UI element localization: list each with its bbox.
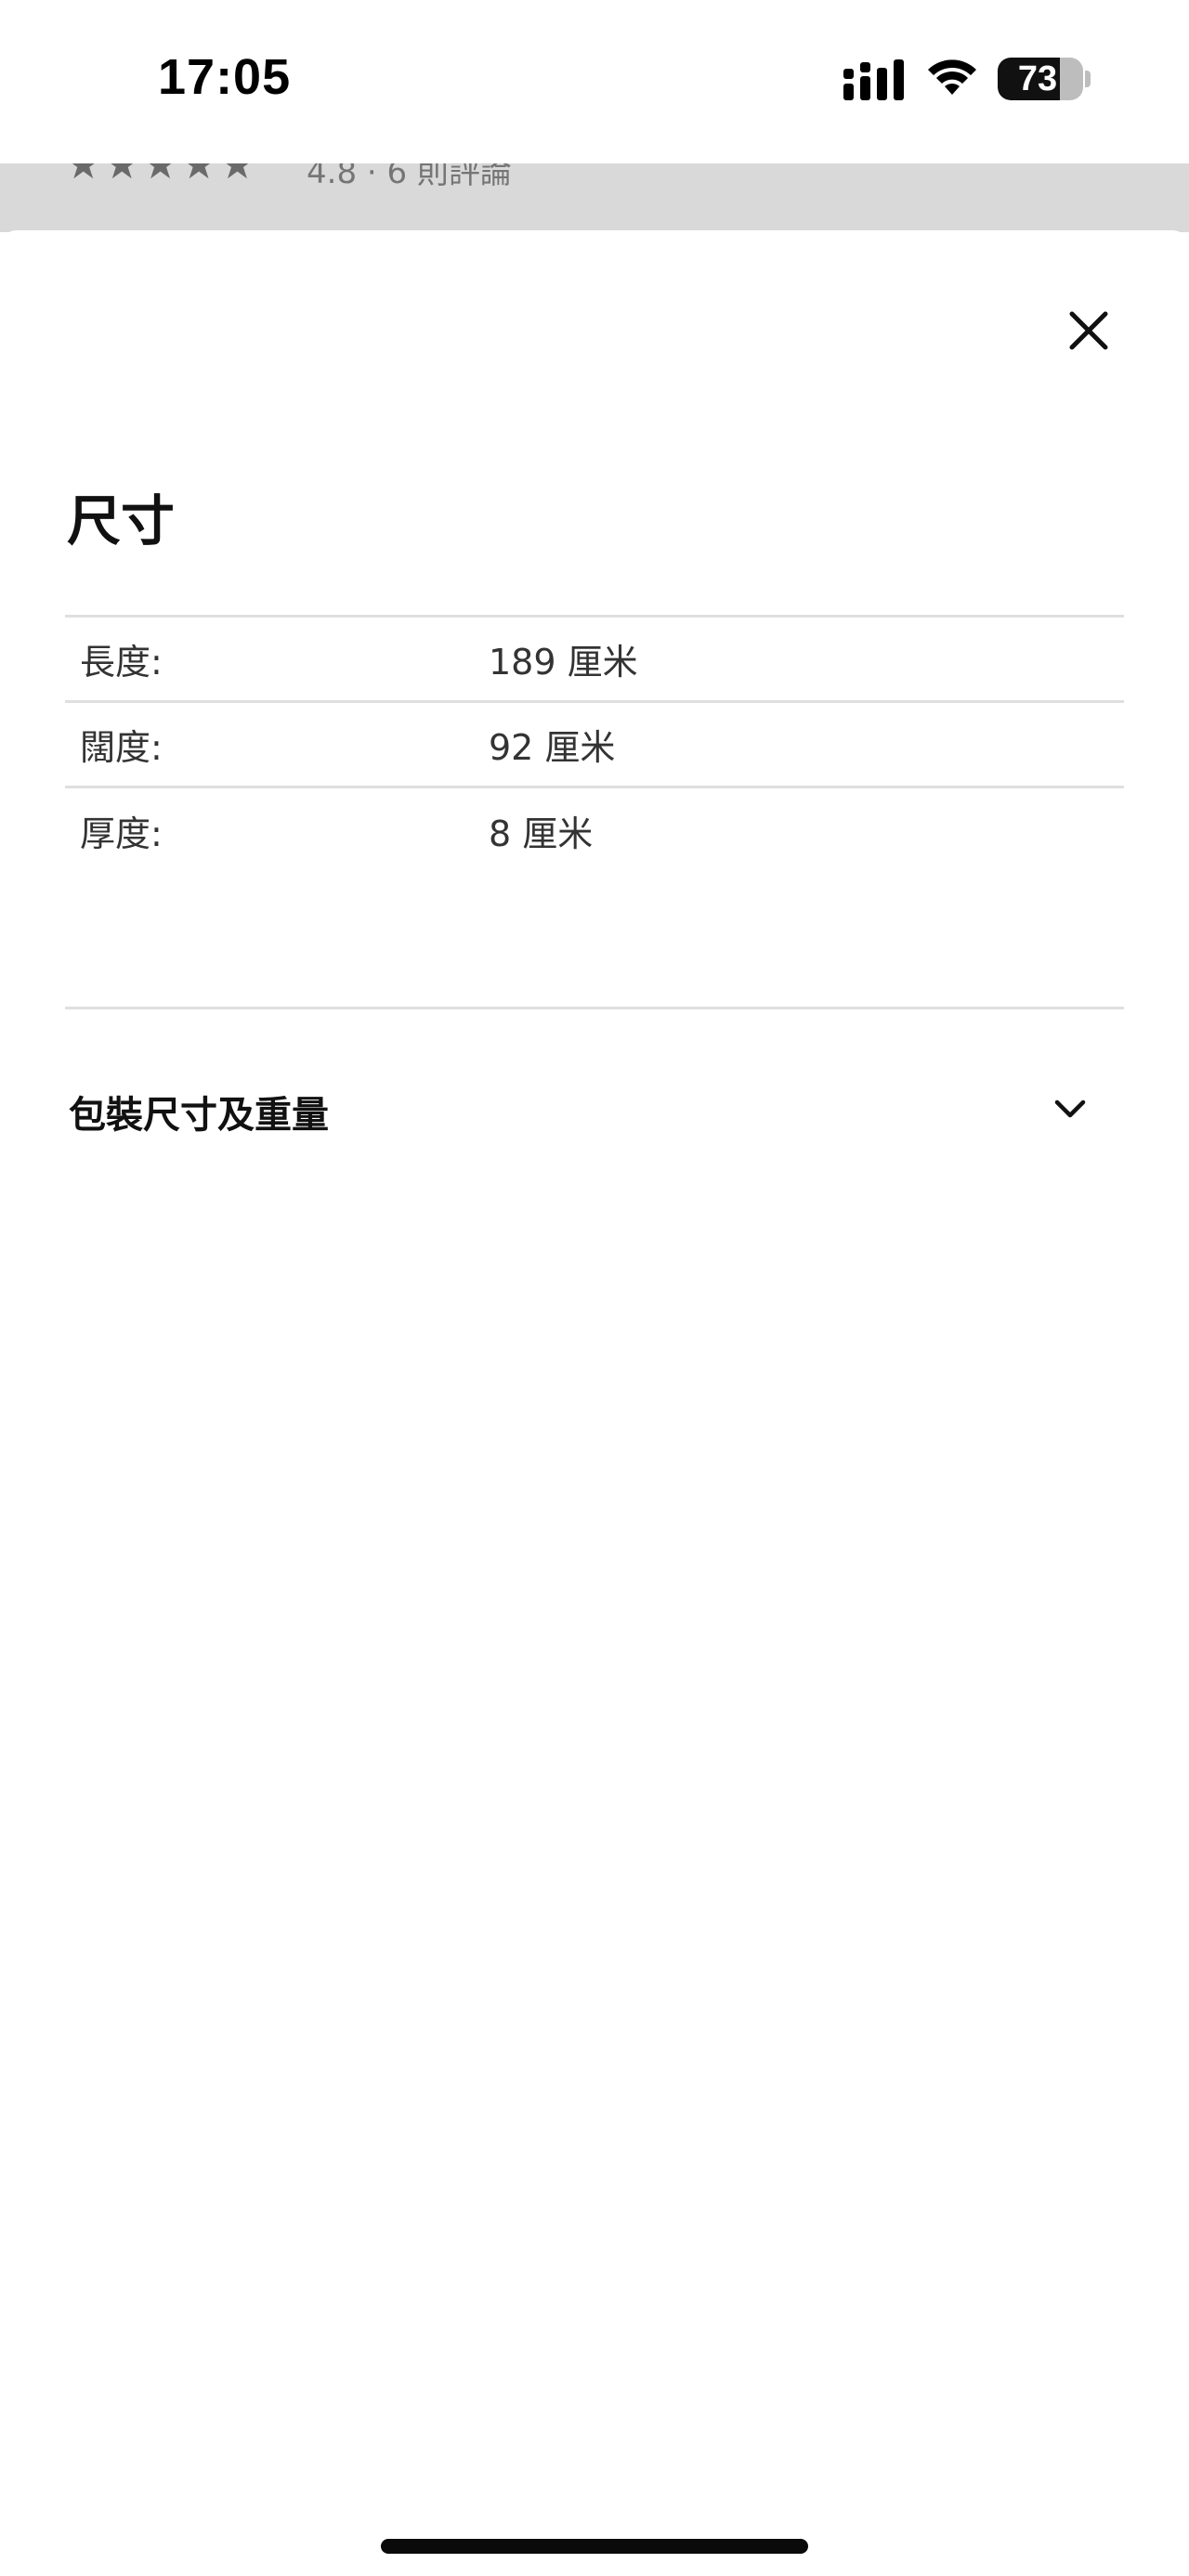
dimension-label: 厚度:	[80, 813, 163, 854]
battery-icon: 73	[998, 58, 1083, 100]
battery-cap	[1085, 71, 1091, 87]
dimension-row-length: 長度: 189 厘米	[65, 616, 1124, 702]
dimensions-table: 長度: 189 厘米 闊度: 92 厘米 厚度: 8 厘米	[65, 615, 1124, 873]
dimensions-sheet: 尺寸 長度: 189 厘米 闊度: 92 厘米 厚度: 8 厘米 包裝尺寸及重量	[0, 230, 1189, 2576]
rating-stars: ★★★★★	[65, 163, 258, 189]
dimension-value: 92 厘米	[489, 727, 616, 768]
cellular-signal-icon	[843, 59, 904, 100]
status-time: 17:05	[158, 49, 292, 105]
dimension-row-width: 闊度: 92 厘米	[65, 701, 1124, 787]
dimension-row-thickness: 厚度: 8 厘米	[65, 787, 1124, 873]
chevron-down-icon	[1054, 1099, 1086, 1118]
home-indicator[interactable]	[381, 2539, 808, 2554]
rating-summary: 4.8 · 6 則評論	[307, 163, 512, 191]
accordion-label: 包裝尺寸及重量	[69, 1094, 329, 1137]
dimension-value: 8 厘米	[489, 813, 594, 854]
dimension-label: 闊度:	[80, 727, 163, 768]
section-divider	[65, 1007, 1124, 1009]
close-icon[interactable]	[1063, 305, 1115, 357]
app-screen: 17:05 73 ★★★★★ 4.8 · 6 則評論 尺寸 長度: 189 厘米…	[0, 0, 1189, 2576]
dimension-label: 長度:	[80, 642, 163, 683]
package-dimensions-accordion[interactable]: 包裝尺寸及重量	[65, 1066, 1124, 1150]
sheet-title: 尺寸	[67, 489, 176, 553]
battery-level-text: 73	[1017, 59, 1058, 98]
dimension-value: 189 厘米	[489, 642, 638, 683]
wifi-icon	[928, 59, 976, 95]
status-bar: 17:05 73	[0, 0, 1189, 163]
background-page: ★★★★★ 4.8 · 6 則評論	[0, 163, 1189, 232]
